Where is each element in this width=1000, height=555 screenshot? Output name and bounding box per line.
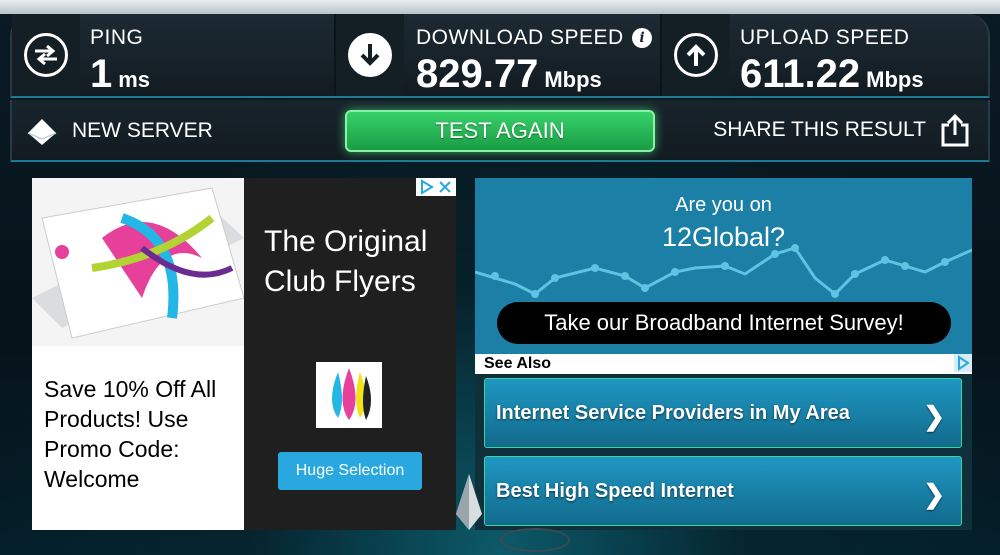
see-also-link-label: Best High Speed Internet [496,479,734,502]
see-also-link[interactable]: Best High Speed Internet ❯ [484,456,962,526]
survey-question-line1: Are you on [675,194,772,216]
chevron-right-icon: ❯ [923,479,945,509]
upload-arrow-icon [674,33,718,77]
ad-logo-icon [316,362,382,428]
isp-survey-panel: Are you on 12Global? Take our Broadband … [475,178,972,354]
download-number: 829.77 [416,52,539,96]
gauge-stand-decoration [500,528,570,552]
test-again-button[interactable]: TEST AGAIN [345,110,655,152]
upload-value: 611.22 Mbps [740,52,924,102]
ping-metric: PING 1 ms [12,14,334,96]
ping-icon-box [12,14,80,96]
upload-icon-box [662,14,730,96]
chevron-right-icon: ❯ [923,401,945,431]
ad-title: The Original Club Flyers [264,225,428,298]
upload-number: 611.22 [740,52,861,96]
download-unit: Mbps [544,67,602,92]
ping-value: 1 ms [90,52,150,102]
share-icon [941,113,969,147]
share-label: SHARE THIS RESULT [713,118,926,141]
see-also-link[interactable]: Internet Service Providers in My Area ❯ [484,378,962,448]
upload-metric: UPLOAD SPEED 611.22 Mbps [662,14,988,96]
upload-label: UPLOAD SPEED [740,26,910,49]
see-also-label: See Also [484,355,551,372]
see-also-link-label: Internet Service Providers in My Area [496,401,850,424]
download-label: DOWNLOAD SPEED [416,26,624,49]
upload-unit: Mbps [866,67,924,92]
survey-question-line2: 12Global? [661,222,786,252]
speedtest-frame: PING 1 ms DOWNLOAD SPEED i 829.77 Mbps U… [0,0,1000,555]
adchoices-icon[interactable] [416,178,456,196]
download-value: 829.77 Mbps [416,52,602,102]
huge-selection-button[interactable]: Huge Selection [278,452,422,490]
globe-server-icon [27,119,57,145]
flyer-product-image [32,178,245,346]
adchoices-icon[interactable] [954,354,972,372]
download-icon-box [336,14,404,96]
metrics-bar: PING 1 ms DOWNLOAD SPEED i 829.77 Mbps U… [10,14,990,98]
advertisement[interactable]: The Original Club Flyers Save 10% Off Al… [32,178,456,530]
ad-promo-text: Save 10% Off All Products! Use Promo Cod… [44,376,217,492]
ping-unit: ms [118,67,151,92]
take-survey-button[interactable]: Take our Broadband Internet Survey! [497,302,951,344]
ping-arrows-icon [24,33,68,77]
ping-number: 1 [90,52,113,96]
ping-label: PING [90,26,144,49]
gauge-needle-decoration [456,474,482,530]
info-icon[interactable]: i [632,28,652,48]
download-arrow-icon [348,33,392,77]
see-also-ad: See Also Internet Service Providers in M… [475,354,972,530]
download-metric: DOWNLOAD SPEED i 829.77 Mbps [336,14,660,96]
action-bar: NEW SERVER TEST AGAIN SHARE THIS RESULT [10,100,990,162]
new-server-label: NEW SERVER [72,119,213,142]
see-also-header: See Also [475,354,972,374]
new-server-button[interactable]: NEW SERVER [26,114,213,148]
share-result-button[interactable]: SHARE THIS RESULT [713,110,970,150]
